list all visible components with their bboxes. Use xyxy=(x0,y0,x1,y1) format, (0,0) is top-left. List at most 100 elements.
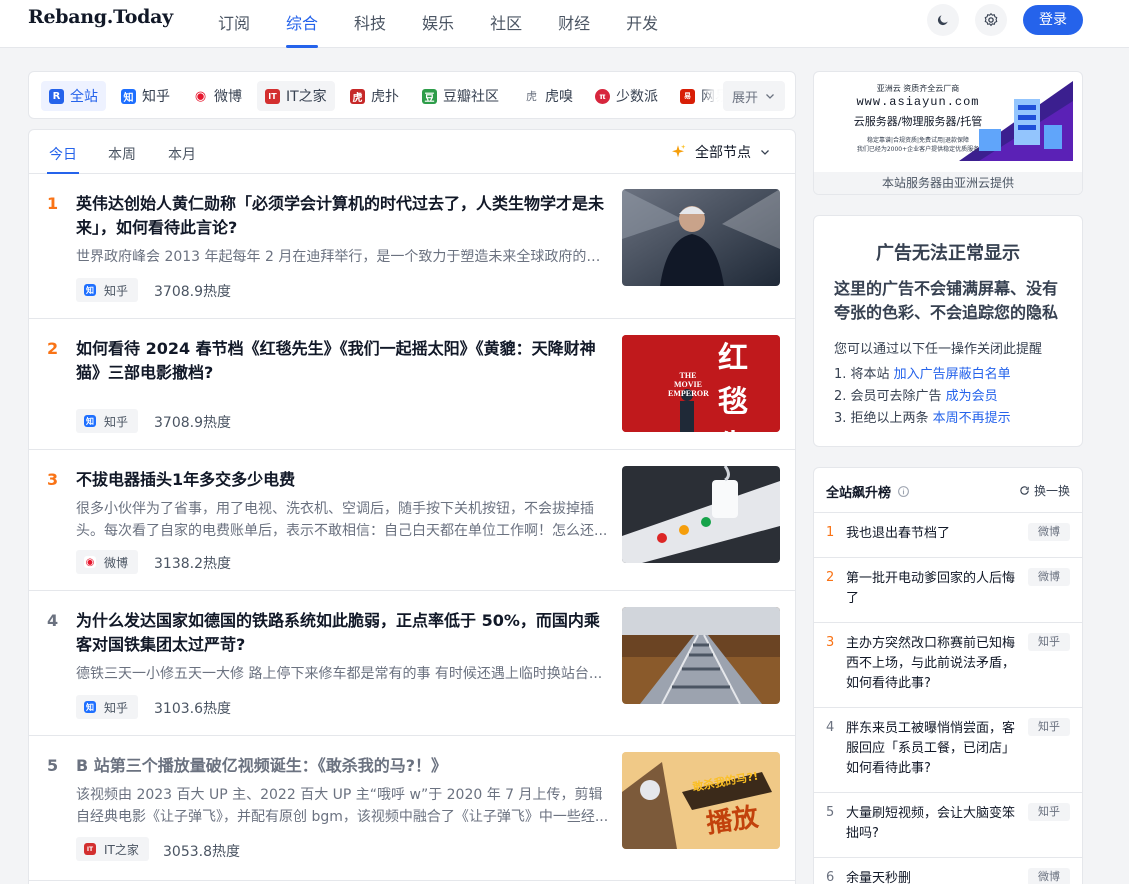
rising-rank: 5 xyxy=(826,805,835,820)
period-tabs: 今日 本周 本月 全部节点 xyxy=(29,130,795,174)
power-strip-photo xyxy=(622,466,780,563)
weibo-icon: ◉ xyxy=(84,556,96,568)
source-hupu[interactable]: 虎 虎扑 xyxy=(342,81,407,111)
rising-item[interactable]: 2 第一批开电动爹回家的人后悔了 微博 xyxy=(814,558,1082,623)
source-tag[interactable]: ◉ 微博 xyxy=(76,550,139,574)
zhihu-icon: 知 xyxy=(84,701,96,713)
node-filter-dropdown[interactable]: 全部节点 xyxy=(669,142,771,162)
tag-label: 知乎 xyxy=(104,283,129,298)
gear-icon xyxy=(984,12,998,27)
list-item[interactable]: 5 B 站第三个播放量破亿视频诞生：《敢杀我的马?！》 该视频由 2023 百大… xyxy=(29,736,795,881)
dismiss-week-link[interactable]: 本周不再提示 xyxy=(933,411,1011,426)
rising-text: 余量天秒删 xyxy=(846,871,912,884)
whitelist-link[interactable]: 加入广告屏蔽白名单 xyxy=(894,367,1011,382)
chevron-down-icon xyxy=(761,150,769,155)
rising-text: 我也退出春节档了 xyxy=(846,526,951,541)
rising-source: 微博 xyxy=(1028,523,1070,541)
refresh-icon xyxy=(1020,486,1029,495)
heat-value: 3708.9热度 xyxy=(154,284,231,300)
notice-option-3: 3. 拒绝以上两条 本周不再提示 xyxy=(834,407,1011,426)
info-icon[interactable] xyxy=(897,485,910,498)
rising-item[interactable]: 1 我也退出春节档了 微博 xyxy=(814,513,1082,558)
list-item[interactable]: 1 英伟达创始人黄仁勋称「必须学会计算机的时代过去了，人类生物学才是未来」，如何… xyxy=(29,174,795,319)
settings-button[interactable] xyxy=(975,4,1007,36)
item-title[interactable]: 英伟达创始人黄仁勋称「必须学会计算机的时代过去了，人类生物学才是未来」，如何看待… xyxy=(76,192,611,240)
theme-toggle-button[interactable] xyxy=(927,4,959,36)
zhihu-icon: 知 xyxy=(84,284,96,296)
rising-rank: 6 xyxy=(826,870,835,884)
item-title[interactable]: 如何看待 2024 春节档《红毯先生》《我们一起摇太阳》《黄貔：天降财神猫》三部… xyxy=(76,337,611,385)
nav-general[interactable]: 综合 xyxy=(286,0,319,48)
rising-rank: 3 xyxy=(826,635,835,650)
hupu-icon: 虎 xyxy=(350,88,365,104)
source-label: IT之家 xyxy=(286,89,327,105)
hot-list-panel: 今日 本周 本月 全部节点 1 英伟达创始人黄仁勋称「必须学会计算机的时代过去了… xyxy=(28,129,796,884)
banner-line-1: 亚洲云 资质齐全云厂商 xyxy=(876,84,960,93)
railway-photo xyxy=(622,607,780,704)
source-tag[interactable]: 知 知乎 xyxy=(76,409,139,433)
poster-english-title: THE MOVIE EMPEROR xyxy=(668,371,709,398)
rising-rank: 1 xyxy=(826,525,835,540)
sponsor-banner[interactable]: 亚洲云 资质齐全云厂商 www.asiayun.com 云服务器/物理服务器/托… xyxy=(829,81,1073,161)
huxiu-icon: 虎 xyxy=(524,88,539,104)
poster-chinese-title: 红毯先生 xyxy=(718,341,748,432)
nav-finance[interactable]: 财经 xyxy=(558,0,590,48)
source-zhihu[interactable]: 知 知乎 xyxy=(113,81,178,111)
banner-line-2: 云服务器/物理服务器/托管 xyxy=(853,115,983,128)
source-tag[interactable]: 知 知乎 xyxy=(76,278,139,302)
rising-item[interactable]: 3 主办方突然改口称赛前已知梅西不上场，与此前说法矛盾，如何看待此事? 知乎 xyxy=(814,623,1082,708)
thumbnail-movie-poster[interactable]: THE MOVIE EMPEROR 红毯先生 xyxy=(622,335,780,432)
expand-sources-button[interactable]: 展开 xyxy=(723,81,785,111)
sponsor-card[interactable]: 亚洲云 资质齐全云厂商 www.asiayun.com 云服务器/物理服务器/托… xyxy=(813,71,1083,195)
source-label: 少数派 xyxy=(616,89,658,105)
list-item[interactable]: 3 不拔电器插头1年多交多少电费 很多小伙伴为了省事，用了电视、洗衣机、空调后，… xyxy=(29,450,795,591)
site-logo[interactable]: Rebang.Today xyxy=(28,6,173,28)
rising-source: 知乎 xyxy=(1028,718,1070,736)
notice-option-1: 1. 将本站 加入广告屏蔽白名单 xyxy=(834,363,1011,382)
rising-item[interactable]: 4 胖东来员工被曝悄悄尝面，客服回应「系员工餐，已闭店」如何看待此事? 知乎 xyxy=(814,708,1082,793)
source-tag[interactable]: 知 知乎 xyxy=(76,695,139,719)
thumbnail-power-strip[interactable] xyxy=(622,466,780,563)
chevron-down-icon xyxy=(766,94,774,99)
source-weibo[interactable]: ◉ 微博 xyxy=(185,81,250,111)
list-item[interactable]: 2 如何看待 2024 春节档《红毯先生》《我们一起摇太阳》《黄貔：天降财神猫》… xyxy=(29,319,795,450)
source-ithome[interactable]: IT IT之家 xyxy=(257,81,335,111)
rank-number: 1 xyxy=(47,194,59,213)
netease-icon: 易 xyxy=(680,88,695,104)
source-douban[interactable]: 豆 豆瓣社区 xyxy=(414,81,507,111)
nav-subscribe[interactable]: 订阅 xyxy=(218,0,250,48)
item-title[interactable]: 为什么发达国家如德国的铁路系统如此脆弱，正点率低于 50%，而国内乘客对国铁集团… xyxy=(76,609,611,657)
zhihu-icon: 知 xyxy=(84,415,96,427)
tab-today[interactable]: 今日 xyxy=(47,144,79,174)
source-huxiu[interactable]: 虎 虎嗅 xyxy=(516,81,581,111)
source-label: 豆瓣社区 xyxy=(443,89,499,105)
list-item[interactable]: 4 为什么发达国家如德国的铁路系统如此脆弱，正点率低于 50%，而国内乘客对国铁… xyxy=(29,591,795,736)
thumbnail-bilibili[interactable]: 敢杀我的马?! 播放 xyxy=(622,752,780,849)
rising-source: 知乎 xyxy=(1028,633,1070,651)
notice-intro: 您可以通过以下任一操作关闭此提醒 xyxy=(834,342,1043,357)
nav-dev[interactable]: 开发 xyxy=(626,0,658,48)
nav-tech[interactable]: 科技 xyxy=(354,0,386,48)
notice-option-2: 2. 会员可去除广告 成为会员 xyxy=(834,385,998,404)
become-member-link[interactable]: 成为会员 xyxy=(946,389,998,404)
refresh-button[interactable]: 换一换 xyxy=(1019,482,1070,499)
tab-month[interactable]: 本月 xyxy=(168,144,196,174)
main-nav: 订阅 综合 科技 娱乐 社区 财经 开发 xyxy=(218,0,694,48)
tab-week[interactable]: 本周 xyxy=(108,144,136,174)
rising-item[interactable]: 5 大量刷短视频，会让大脑变笨拙吗? 知乎 xyxy=(814,793,1082,858)
source-all[interactable]: R 全站 xyxy=(41,81,106,111)
thumbnail-railway[interactable] xyxy=(622,607,780,704)
login-button[interactable]: 登录 xyxy=(1023,5,1083,35)
nav-entertainment[interactable]: 娱乐 xyxy=(422,0,454,48)
item-title[interactable]: 不拔电器插头1年多交多少电费 xyxy=(76,468,611,492)
source-sspai[interactable]: π 少数派 xyxy=(587,81,666,111)
rank-number: 2 xyxy=(47,339,59,358)
source-tag[interactable]: IT IT之家 xyxy=(76,837,149,861)
rank-number: 3 xyxy=(47,470,59,489)
item-title[interactable]: B 站第三个播放量破亿视频诞生：《敢杀我的马?！》 xyxy=(76,754,611,778)
nav-community[interactable]: 社区 xyxy=(490,0,522,48)
sponsor-caption: 本站服务器由亚洲云提供 xyxy=(814,172,1082,194)
thumbnail-speaker[interactable] xyxy=(622,189,780,286)
cover-title: 播放 xyxy=(704,802,761,840)
rising-item[interactable]: 6 余量天秒删 微博 xyxy=(814,858,1082,884)
